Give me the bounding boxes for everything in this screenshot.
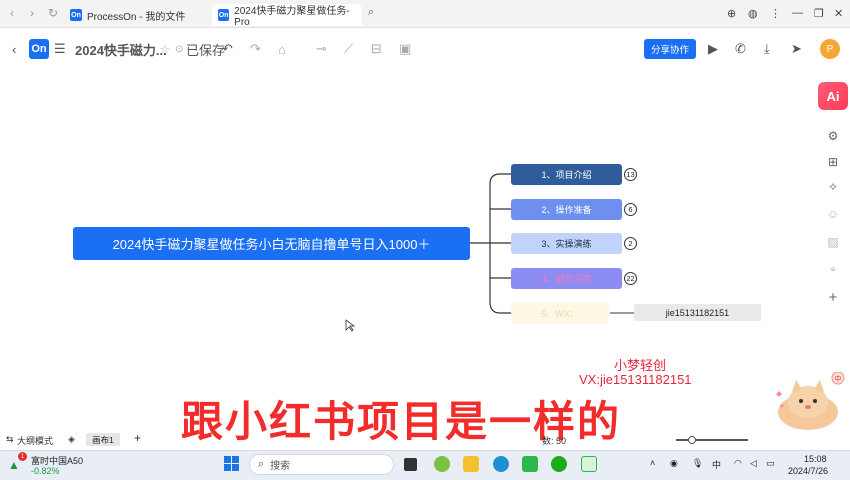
windows-start-icon[interactable]: [224, 456, 240, 472]
stock-change: -0.82%: [31, 466, 60, 476]
volume-icon[interactable]: ◁: [750, 458, 757, 469]
mindmap-node-2-count[interactable]: 6: [624, 203, 637, 216]
task-view-icon[interactable]: [404, 458, 417, 471]
mindmap-node-5[interactable]: 5、WX：: [511, 303, 609, 324]
mindmap-node-1-count[interactable]: 13: [624, 168, 637, 181]
node-count: 数: 50: [542, 436, 567, 446]
outline-icon[interactable]: ⇆: [6, 434, 14, 445]
mindmap-node-1[interactable]: 1、项目介绍: [511, 164, 622, 185]
tray-chevron-icon[interactable]: ˄: [650, 458, 655, 468]
mindmap-root-node[interactable]: 2024快手磁力聚星做任务小白无脑自撸单号日入1000＋: [73, 227, 470, 260]
app-screen-icon[interactable]: [581, 456, 597, 472]
mindmap-node-3-count[interactable]: 2: [624, 237, 637, 250]
add-canvas-icon[interactable]: +: [134, 431, 141, 445]
search-placeholder: 搜索: [270, 461, 291, 472]
tray-app-icon[interactable]: ◉: [670, 458, 678, 469]
stock-chart-icon[interactable]: ▲: [8, 458, 20, 472]
wechat-icon[interactable]: [551, 456, 567, 472]
ime-badge: 中: [835, 374, 842, 383]
edge-icon[interactable]: [493, 456, 509, 472]
mindmap-node-2[interactable]: 2、操作准备: [511, 199, 622, 220]
mindmap-wx-value[interactable]: jie15131182151: [634, 304, 761, 321]
windows-taskbar: [0, 450, 850, 480]
taskbar-search[interactable]: ⌕ 搜索: [249, 454, 394, 475]
mindmap-node-4-count[interactable]: 22: [624, 272, 637, 285]
file-explorer-icon[interactable]: [463, 456, 479, 472]
wifi-icon[interactable]: ◠: [734, 458, 742, 469]
mindmap-node-4[interactable]: 4、细节深究: [511, 268, 622, 289]
clock-date[interactable]: 2024/7/26: [788, 466, 828, 476]
search-icon: ⌕: [258, 458, 265, 470]
zoom-slider-handle[interactable]: [688, 436, 696, 444]
mindmap-node-3[interactable]: 3、实操演练: [511, 233, 622, 254]
ime-indicator[interactable]: 中: [712, 458, 721, 471]
outline-mode-label[interactable]: 大纲模式: [17, 434, 53, 447]
mic-icon[interactable]: 🎙: [692, 458, 703, 469]
mouse-cursor-icon: [345, 319, 356, 332]
battery-icon[interactable]: ▭: [766, 458, 775, 469]
watermark-contact: VX:jie15131182151: [579, 372, 692, 387]
tab-canvas-1[interactable]: 画布1: [86, 433, 120, 446]
layers-icon[interactable]: ◈: [68, 434, 75, 445]
zoom-slider[interactable]: [676, 439, 748, 441]
app-green-icon[interactable]: [434, 456, 450, 472]
cat-sticker: 中: [776, 372, 845, 430]
app-green-square-icon[interactable]: [522, 456, 538, 472]
clock-time[interactable]: 15:08: [804, 454, 827, 464]
